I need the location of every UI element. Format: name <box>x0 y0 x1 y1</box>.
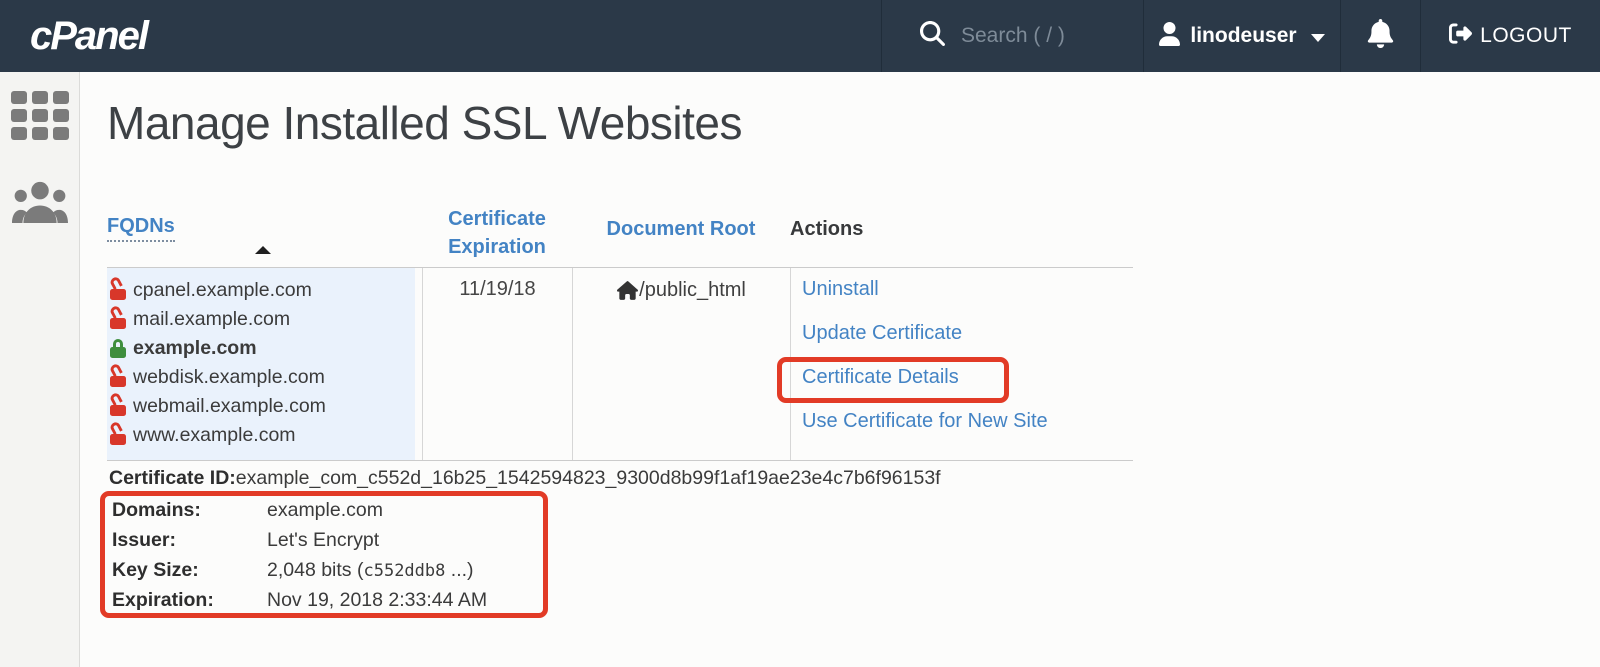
bell-icon <box>1367 19 1394 53</box>
search-input[interactable]: Search ( / ) <box>881 0 1143 72</box>
fqdn-item: cpanel.example.com <box>110 276 422 305</box>
actions-column-header: Actions <box>790 203 1133 267</box>
top-navbar: cPanel Search ( / ) linodeuser <box>0 0 1600 72</box>
fqdn-label: mail.example.com <box>133 308 290 331</box>
cpanel-logo[interactable]: cPanel <box>30 14 147 59</box>
cpanel-app: cPanel Search ( / ) linodeuser <box>0 0 1600 667</box>
search-placeholder: Search ( / ) <box>961 24 1065 48</box>
sort-ascending-icon <box>255 246 271 254</box>
search-icon <box>920 21 945 51</box>
expiration-label: Expiration: <box>112 589 267 612</box>
actions-cell: Uninstall Update Certificate Certificate… <box>790 268 1133 460</box>
document-root-cell: /public_html <box>572 268 790 460</box>
user-manager-icon <box>12 181 68 228</box>
fqdn-item: webdisk.example.com <box>110 363 422 392</box>
key-id-mono: c552ddb8 <box>363 561 445 581</box>
detail-row-domains: Domains: example.com <box>112 496 487 526</box>
username-label: linodeuser <box>1190 24 1296 48</box>
open-lock-icon <box>110 426 126 445</box>
detail-row-issuer: Issuer: Let's Encrypt <box>112 526 487 556</box>
fqdns-cell: cpanel.example.com mail.example.com exam… <box>107 268 422 460</box>
detail-row-expiration: Expiration: Nov 19, 2018 2:33:44 AM <box>112 585 487 615</box>
open-lock-icon <box>110 310 126 329</box>
open-lock-icon <box>110 397 126 416</box>
document-root-column-header[interactable]: Document Root <box>607 218 756 240</box>
caret-down-icon <box>1311 34 1325 42</box>
notifications-button[interactable] <box>1340 0 1420 72</box>
fqdn-label: www.example.com <box>133 424 296 447</box>
home-icon <box>617 279 638 306</box>
document-root-value: /public_html <box>639 279 746 302</box>
certificate-expiration-column-header[interactable]: Certificate Expiration <box>437 205 557 261</box>
uninstall-link[interactable]: Uninstall <box>802 277 1133 301</box>
issuer-value: Let's Encrypt <box>267 529 379 552</box>
fqdn-label: cpanel.example.com <box>133 279 312 302</box>
update-certificate-link[interactable]: Update Certificate <box>802 321 1133 345</box>
expiration-value: Nov 19, 2018 2:33:44 AM <box>267 589 487 612</box>
logout-icon <box>1449 22 1472 50</box>
main-content: Manage Installed SSL Websites FQDNs Cert… <box>80 72 1600 667</box>
certificate-details-link[interactable]: Certificate Details <box>802 365 1133 389</box>
fqdn-item: example.com <box>110 334 422 363</box>
table-header-row: FQDNs Certificate Expiration Document Ro… <box>107 203 1133 267</box>
detail-row-key-size: Key Size: 2,048 bits (c552ddb8 ...) <box>112 556 487 586</box>
certificate-id-value: example_com_c552d_16b25_1542594823_9300d… <box>236 467 941 489</box>
fqdn-item: mail.example.com <box>110 305 422 334</box>
fqdns-column-header[interactable]: FQDNs <box>107 215 175 242</box>
sidebar-item-user-manager[interactable] <box>0 174 80 234</box>
fqdn-label: example.com <box>133 337 257 360</box>
closed-lock-icon <box>110 339 126 358</box>
fqdn-item: www.example.com <box>110 421 422 450</box>
open-lock-icon <box>110 281 126 300</box>
user-menu-button[interactable]: linodeuser <box>1143 0 1340 72</box>
expiration-date: 11/19/18 <box>459 278 535 300</box>
navbar-right: Search ( / ) linodeuser LOGOUT <box>881 0 1600 72</box>
certificate-expiration-cell: 11/19/18 <box>422 268 572 460</box>
key-size-label: Key Size: <box>112 559 267 582</box>
logout-label: LOGOUT <box>1480 24 1572 48</box>
certificate-id-line: Certificate ID:example_com_c552d_16b25_1… <box>109 467 941 490</box>
user-icon <box>1159 22 1180 51</box>
ssl-websites-table: FQDNs Certificate Expiration Document Ro… <box>107 203 1133 461</box>
logout-button[interactable]: LOGOUT <box>1420 0 1600 72</box>
page-title: Manage Installed SSL Websites <box>107 96 742 150</box>
key-size-value: 2,048 bits (c552ddb8 ...) <box>267 559 474 582</box>
table-row: cpanel.example.com mail.example.com exam… <box>107 267 1133 461</box>
left-sidebar <box>0 72 80 667</box>
fqdn-label: webmail.example.com <box>133 395 326 418</box>
open-lock-icon <box>110 368 126 387</box>
certificate-id-label: Certificate ID: <box>109 467 236 489</box>
certificate-details-summary: Domains: example.com Issuer: Let's Encry… <box>112 496 487 615</box>
domains-value: example.com <box>267 499 383 522</box>
domains-label: Domains: <box>112 499 267 522</box>
fqdn-item: webmail.example.com <box>110 392 422 421</box>
apps-grid-icon <box>11 91 69 140</box>
use-certificate-for-new-site-link[interactable]: Use Certificate for New Site <box>802 409 1133 433</box>
issuer-label: Issuer: <box>112 529 267 552</box>
fqdn-label: webdisk.example.com <box>133 366 325 389</box>
sidebar-item-apps[interactable] <box>0 80 80 150</box>
